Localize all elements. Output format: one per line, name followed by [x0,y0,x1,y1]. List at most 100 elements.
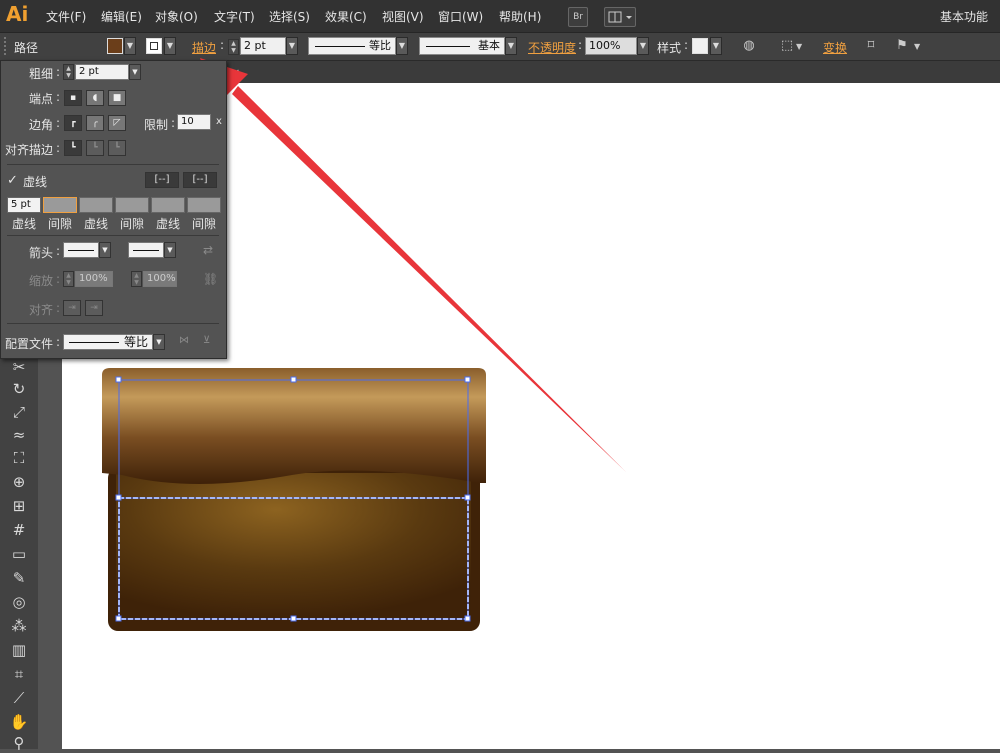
opacity-label[interactable]: 不透明度 [528,39,576,56]
colon: : [56,335,61,349]
scale-start-stepper-icon[interactable]: ▲ ▼ [63,271,74,287]
align-inside-icon[interactable]: ┗ [86,140,104,156]
link-scale-icon[interactable]: ⛓ [203,272,218,286]
dash-field-1[interactable]: 5 pt [7,197,41,213]
align-dash-corners-icon[interactable]: [‑‑] [183,172,217,188]
scale-end-stepper-icon[interactable]: ▲ ▼ [131,271,142,287]
align-selection-icon[interactable]: ⬚ [778,37,796,55]
arrow-tip-at-end-icon[interactable]: ⇥ [85,300,103,316]
end-arrowhead-select[interactable] [128,242,164,258]
stroke-dropdown-icon[interactable]: ▼ [164,37,176,55]
perspective-grid-icon[interactable]: ⊞ [8,496,30,516]
free-transform-icon[interactable]: ⛶ [8,448,30,468]
gap-field-2[interactable] [115,197,149,213]
eyedropper-icon[interactable]: ✎ [8,568,30,588]
width-tool-icon[interactable]: ≈ [8,425,30,445]
profile-dropdown-icon[interactable]: ▼ [153,334,165,350]
recolor-artwork-icon[interactable]: ◍ [740,37,758,55]
transform-label[interactable]: 变换 [823,39,847,56]
stroke-weight-field[interactable]: 2 pt [240,37,286,55]
weight-label: 粗细 [29,67,54,81]
slice-tool-icon[interactable]: ⟋ [8,688,30,708]
style-dropdown-icon[interactable]: ▼ [710,37,722,55]
round-cap-icon[interactable]: ◖ [86,90,104,106]
dashed-label: 虚线 [23,175,48,189]
swap-arrowheads-icon[interactable]: ⇄ [203,243,213,257]
hand-tool-icon[interactable]: ✋ [8,712,30,732]
blend-tool-icon[interactable]: ◎ [8,592,30,612]
weight-stepper-icon[interactable]: ▲ ▼ [228,39,239,55]
stroke-swatch[interactable] [146,38,162,54]
menu-help[interactable]: 帮助(H) [499,8,541,25]
artboard-tool-icon[interactable]: ⌗ [8,664,30,684]
end-arrowhead-dropdown-icon[interactable]: ▼ [164,242,176,258]
workspace-switcher[interactable]: 基本功能 [940,8,988,25]
stroke-label[interactable]: 描边 [192,39,216,56]
brush-dropdown-icon[interactable]: ▼ [505,37,517,55]
brush-definition[interactable]: 基本 [419,37,505,55]
rotate-tool-icon[interactable]: ↻ [8,379,30,399]
start-arrowhead-select[interactable] [63,242,99,258]
menu-effect[interactable]: 效果(C) [325,8,367,25]
options-dropdown-icon[interactable]: ▼ [914,42,920,51]
arrange-documents-button[interactable] [604,7,636,27]
flip-across-icon[interactable]: ⊻ [203,335,210,346]
profile-dropdown-icon[interactable]: ▼ [396,37,408,55]
flip-options-icon[interactable]: ⚑ [893,37,911,55]
stroke-weight-dropdown-icon[interactable]: ▼ [286,37,298,55]
tab-close-icon[interactable]: × [231,66,240,79]
isolate-icon[interactable]: ⌑ [862,37,880,55]
start-arrowhead-dropdown-icon[interactable]: ▼ [99,242,111,258]
arrowhead-none-line [68,250,94,251]
dash-field-2[interactable] [79,197,113,213]
variable-width-profile[interactable]: 等比 [308,37,396,55]
align-outside-icon[interactable]: ┗ [108,140,126,156]
fill-dropdown-icon[interactable]: ▼ [124,37,136,55]
scale-end-field[interactable]: 100% [143,271,177,287]
symbol-sprayer-icon[interactable]: ⁂ [8,616,30,636]
scale-start-field[interactable]: 100% [75,271,113,287]
graphic-style-swatch[interactable] [692,38,708,54]
gap-field-1[interactable] [43,197,77,213]
flip-along-icon[interactable]: ⋈ [179,335,189,346]
arrow-tip-beyond-icon[interactable]: ⇥ [63,300,81,316]
opacity-field[interactable]: 100% [585,37,637,55]
zoom-tool-icon[interactable]: ⚲ [8,733,30,753]
menu-file[interactable]: 文件(F) [46,8,86,25]
dashed-checkbox[interactable]: ✓ [7,173,18,188]
weight-field[interactable]: 2 pt [75,64,129,80]
opacity-dropdown-icon[interactable]: ▼ [637,37,649,55]
menu-view[interactable]: 视图(V) [382,8,424,25]
menu-object[interactable]: 对象(O) [155,8,198,25]
colon: : [56,272,61,286]
miter-join-icon[interactable]: ┏ [64,115,82,131]
menu-window[interactable]: 窗口(W) [438,8,483,25]
round-join-icon[interactable]: ╭ [86,115,104,131]
gradient-tool-icon[interactable]: ▭ [8,544,30,564]
fill-swatch[interactable] [107,38,123,54]
bevel-join-icon[interactable]: ◸ [108,115,126,131]
menu-edit[interactable]: 编辑(E) [101,8,142,25]
dash-field-3[interactable] [151,197,185,213]
weight-stepper-icon[interactable]: ▲ ▼ [63,64,74,80]
weight-dropdown-icon[interactable]: ▼ [129,64,141,80]
grip-icon [4,37,9,55]
mesh-tool-icon[interactable]: # [8,520,30,540]
gap-field-3[interactable] [187,197,221,213]
scissors-icon[interactable]: ✂ [8,357,30,377]
menu-type[interactable]: 文字(T) [214,8,255,25]
miter-limit-field[interactable]: 10 [177,114,211,130]
profile-select[interactable]: 等比 [63,334,153,350]
profile-label: 等比 [369,39,391,52]
menu-select[interactable]: 选择(S) [269,8,310,25]
shape-builder-icon[interactable]: ⊕ [8,472,30,492]
scale-tool-icon[interactable]: ⤢ [8,402,30,422]
column-graph-icon[interactable]: ▥ [8,640,30,660]
align-center-icon[interactable]: ┗ [64,140,82,156]
butt-cap-icon[interactable]: ▪ [64,90,82,106]
dash-label-3: 虚线 [155,217,180,231]
preserve-dash-icon[interactable]: [‑‑] [145,172,179,188]
align-dropdown-icon[interactable]: ▼ [796,42,802,51]
projecting-cap-icon[interactable]: ■ [108,90,126,106]
bridge-button[interactable]: Br [568,7,588,27]
